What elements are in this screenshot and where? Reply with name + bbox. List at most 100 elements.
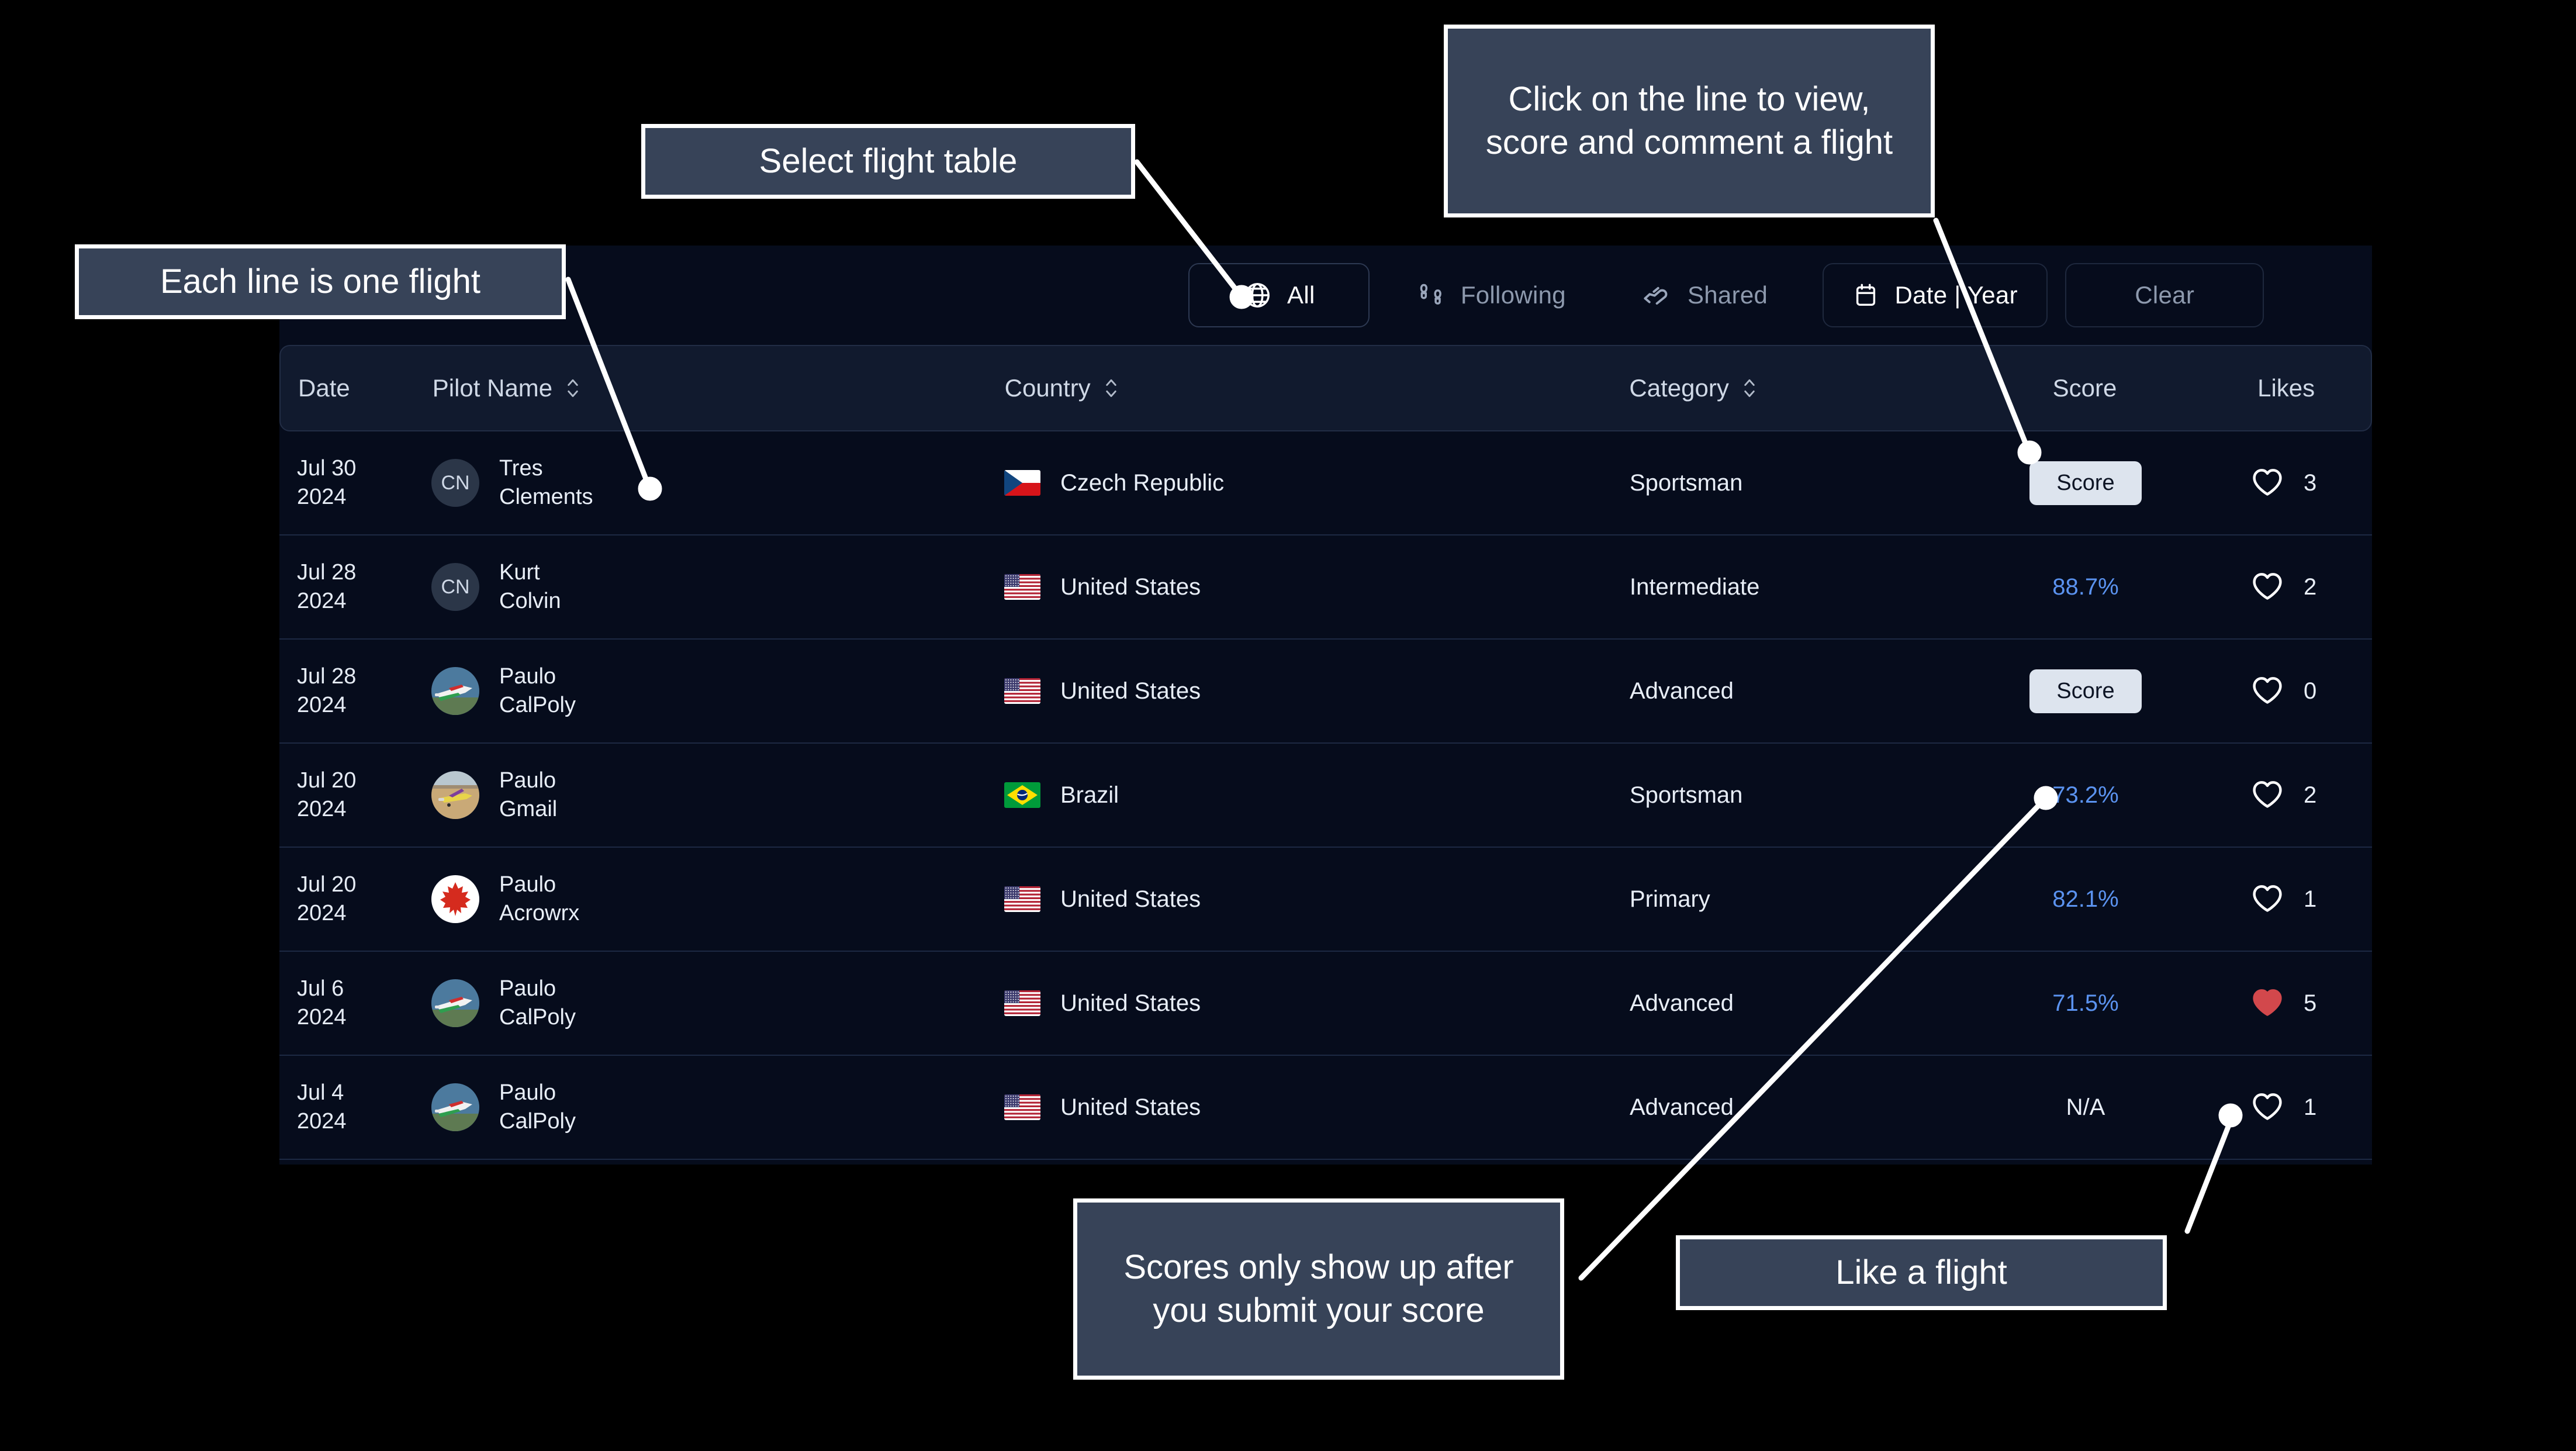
date-year: 2024 [297, 589, 347, 613]
date-year-sort-button[interactable]: Date | Year [1823, 263, 2048, 327]
pilot-name: Paulo CalPoly [499, 1079, 576, 1135]
pilot-first-name: Tres [499, 456, 543, 481]
cell-pilot: Paulo CalPoly [431, 975, 1004, 1031]
annotation-select-flight-table: Select flight table [641, 124, 1135, 199]
pilot-last-name: Gmail [499, 797, 558, 821]
like-count: 5 [2304, 990, 2317, 1016]
heart-icon[interactable] [2251, 779, 2284, 812]
filter-following-button[interactable]: Following [1387, 263, 1595, 327]
pilot-last-name: Clements [499, 485, 593, 509]
date-day: Jul 20 [297, 872, 357, 897]
pilot-last-name: CalPoly [499, 1109, 576, 1134]
table-row[interactable]: Jul 20 2024 Paulo Gmail Brazil Sportsman 73.2%… [279, 744, 2372, 848]
avatar-initials: CN [441, 471, 470, 494]
cell-pilot: Paulo CalPoly [431, 1079, 1004, 1135]
date-year: 2024 [297, 797, 347, 821]
score-value: 71.5% [2052, 990, 2119, 1016]
country-name: Czech Republic [1060, 469, 1225, 496]
heart-icon[interactable] [2251, 467, 2284, 500]
date-day: Jul 20 [297, 768, 357, 793]
footprints-icon [1416, 281, 1446, 310]
cell-likes: 1 [2202, 883, 2372, 916]
column-header-category[interactable]: Category [1629, 374, 1968, 402]
score-button[interactable]: Score [2029, 669, 2142, 713]
like-count: 1 [2304, 886, 2317, 912]
table-row[interactable]: Jul 6 2024 Paulo CalPoly United States Advanc… [279, 952, 2372, 1056]
flights-table: Date Pilot Name Country Category Score L… [279, 345, 2372, 1160]
cell-pilot: Paulo Acrowrx [431, 870, 1004, 927]
filter-shared-button[interactable]: Shared [1613, 263, 1797, 327]
cell-likes: 5 [2202, 987, 2372, 1020]
pilot-name: Paulo CalPoly [499, 662, 576, 719]
country-flag-icon [1004, 574, 1040, 600]
handshake-icon [1642, 280, 1672, 310]
pilot-last-name: CalPoly [499, 693, 576, 717]
sort-chevrons-icon [1104, 376, 1119, 400]
score-value: N/A [2066, 1094, 2105, 1120]
clear-filters-button[interactable]: Clear [2065, 263, 2264, 327]
column-header-pilot-name[interactable]: Pilot Name [433, 374, 1005, 402]
cell-category: Sportsman [1630, 470, 1969, 496]
pilot-name: Paulo Acrowrx [499, 870, 579, 927]
table-row[interactable]: Jul 4 2024 Paulo CalPoly United States Advanc… [279, 1056, 2372, 1160]
country-flag-icon [1004, 886, 1040, 912]
avatar [431, 875, 479, 923]
cell-country: United States [1004, 1094, 1630, 1121]
cell-score: Score [1969, 461, 2202, 505]
like-count: 3 [2304, 469, 2317, 496]
heart-icon[interactable] [2251, 675, 2284, 708]
avatar [431, 979, 479, 1027]
cell-score: 71.5% [1969, 990, 2202, 1017]
annotation-click-line: Click on the line to view, score and com… [1444, 25, 1935, 217]
pilot-first-name: Paulo [499, 976, 556, 1001]
country-flag-icon [1004, 1094, 1040, 1120]
score-button[interactable]: Score [2029, 461, 2142, 505]
table-row[interactable]: Jul 30 2024 CN Tres Clements Czech Republic Sp… [279, 431, 2372, 536]
country-name: United States [1060, 574, 1201, 600]
category-name: Intermediate [1630, 574, 1760, 600]
date-year-label: Date | Year [1894, 281, 2018, 309]
table-body: Jul 30 2024 CN Tres Clements Czech Republic Sp… [279, 431, 2372, 1160]
cell-score: 88.7% [1969, 574, 2202, 600]
globe-icon [1243, 281, 1272, 310]
like-count: 2 [2304, 782, 2317, 808]
country-name: United States [1060, 886, 1201, 912]
cell-country: United States [1004, 886, 1630, 913]
cell-category: Intermediate [1630, 574, 1969, 600]
column-header-date[interactable]: Date [281, 374, 433, 402]
cell-date: Jul 20 2024 [279, 870, 431, 927]
cell-date: Jul 4 2024 [279, 1079, 431, 1135]
clear-label: Clear [2135, 281, 2195, 309]
cell-category: Advanced [1630, 990, 1969, 1017]
cell-country: United States [1004, 990, 1630, 1017]
pilot-first-name: Paulo [499, 768, 556, 793]
category-name: Sportsman [1630, 469, 1743, 496]
table-row[interactable]: Jul 28 2024 Paulo CalPoly United States Advan… [279, 640, 2372, 744]
pilot-last-name: CalPoly [499, 1005, 576, 1029]
filter-toolbar: All Following Shared Date | Year Clear [279, 246, 2372, 345]
avatar: CN [431, 563, 479, 611]
score-value: 88.7% [2052, 574, 2119, 600]
avatar-image [431, 667, 479, 715]
country-name: United States [1060, 1094, 1201, 1120]
category-name: Advanced [1630, 990, 1734, 1016]
heart-icon[interactable] [2251, 883, 2284, 916]
score-value: 73.2% [2052, 782, 2119, 808]
date-day: Jul 28 [297, 664, 357, 689]
table-row[interactable]: Jul 20 2024 Paulo Acrowrx United States Prima… [279, 848, 2372, 952]
category-name: Advanced [1630, 678, 1734, 704]
heart-icon[interactable] [2251, 1091, 2284, 1124]
filter-all-button[interactable]: All [1188, 263, 1370, 327]
filter-all-label: All [1287, 281, 1315, 309]
heart-icon[interactable] [2251, 987, 2284, 1020]
heart-icon[interactable] [2251, 571, 2284, 604]
avatar-image [431, 979, 479, 1027]
filter-shared-label: Shared [1687, 281, 1768, 309]
cell-likes: 0 [2202, 675, 2372, 708]
country-name: United States [1060, 678, 1201, 704]
pilot-last-name: Colvin [499, 589, 561, 613]
date-day: Jul 4 [297, 1080, 344, 1105]
cell-country: United States [1004, 574, 1630, 600]
column-header-country[interactable]: Country [1005, 374, 1630, 402]
table-row[interactable]: Jul 28 2024 CN Kurt Colvin United States Inter… [279, 536, 2372, 640]
